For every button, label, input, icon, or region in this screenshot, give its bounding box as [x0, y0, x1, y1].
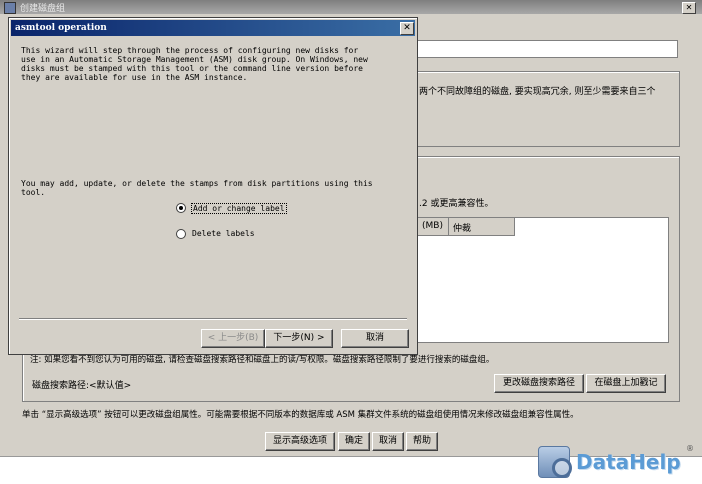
- magnifier-icon: [552, 458, 572, 478]
- registered-mark: ®: [686, 444, 694, 453]
- change-search-path-button[interactable]: 更改磁盘搜索路径: [494, 374, 584, 393]
- redundancy-description: 两个不同故障组的磁盘, 要实现高冗余, 则至少需要来自三个: [419, 87, 656, 97]
- disk-search-path: 磁盘搜索路径:<默认值>: [32, 381, 132, 391]
- radio-button-selected[interactable]: [176, 203, 186, 213]
- option-delete-labels[interactable]: Delete labels: [176, 228, 296, 240]
- option-label: Add or change label: [191, 203, 287, 214]
- next-button[interactable]: 下一步(N) >: [265, 329, 333, 348]
- cancel-button[interactable]: 取消: [372, 432, 404, 451]
- compatibility-note: .2 或更高兼容性。: [419, 199, 494, 209]
- radio-button[interactable]: [176, 229, 186, 239]
- table-header-quorum[interactable]: 仲裁: [449, 218, 515, 236]
- window-icon: [4, 2, 16, 14]
- table-header-size[interactable]: (MB): [418, 218, 449, 236]
- dialog-close-button[interactable]: ✕: [400, 22, 414, 35]
- wizard-instructions: You may add, update, or delete the stamp…: [21, 179, 373, 197]
- dialog-titlebar: asmtool operation ✕: [11, 20, 415, 36]
- table-header-size-label: (MB): [422, 221, 443, 231]
- dialog-title: asmtool operation: [15, 23, 107, 33]
- table-header-quorum-label: 仲裁: [453, 224, 472, 234]
- dialog-separator: [19, 318, 407, 320]
- window-title: 创建磁盘组: [20, 4, 66, 14]
- datahelp-logo: DataHelp ®: [538, 444, 698, 480]
- option-add-or-change-label[interactable]: Add or change label: [176, 202, 296, 214]
- advanced-options-info: 单击 “显示高级选项” 按钮可以更改磁盘组属性。可能需要根据不同版本的数据库或 …: [22, 410, 579, 420]
- back-button[interactable]: < 上一步(B): [201, 329, 265, 348]
- help-button[interactable]: 帮助: [406, 432, 438, 451]
- wizard-intro-text: This wizard will step through the proces…: [21, 46, 368, 82]
- disk-group-name-input[interactable]: [417, 40, 678, 58]
- show-advanced-options-button[interactable]: 显示高级选项: [265, 432, 335, 451]
- dialog-cancel-button[interactable]: 取消: [341, 329, 409, 348]
- window-titlebar: 创建磁盘组 ✕: [0, 0, 702, 14]
- window-close-button[interactable]: ✕: [682, 2, 696, 14]
- option-label: Delete labels: [192, 229, 255, 238]
- stamp-disks-button[interactable]: 在磁盘上加戳记: [586, 374, 666, 393]
- ok-button[interactable]: 确定: [338, 432, 370, 451]
- asmtool-dialog: asmtool operation ✕ This wizard will ste…: [8, 17, 418, 355]
- logo-text: DataHelp: [576, 450, 681, 474]
